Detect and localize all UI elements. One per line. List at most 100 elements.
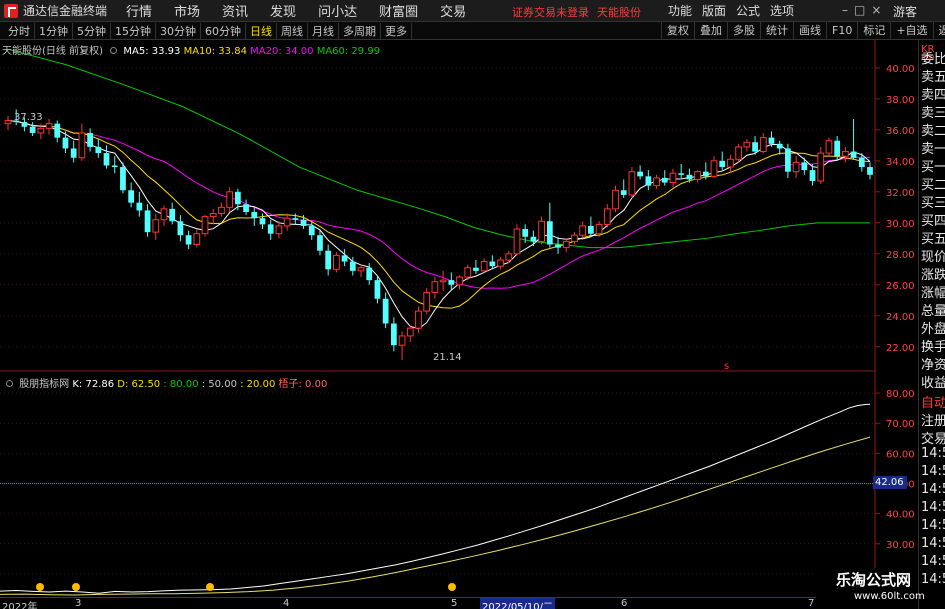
minimize-icon[interactable]: – — [842, 3, 848, 17]
tab-weekly[interactable]: 周线 — [277, 22, 308, 39]
quote-sell3: 卖三 — [921, 106, 945, 121]
candle-body — [555, 244, 561, 248]
menu-item-layout[interactable]: 版面 — [697, 2, 731, 19]
candle-body — [374, 280, 381, 299]
tab-1min[interactable]: 1分钟 — [35, 22, 73, 39]
candle-body — [169, 208, 176, 222]
x-tick-label: 2022年 — [2, 602, 38, 609]
candle-body — [78, 132, 86, 159]
candle-body — [333, 254, 340, 270]
candle-body — [4, 120, 12, 125]
candle-body — [776, 143, 783, 149]
add-watchlist-button[interactable]: +自选 — [890, 22, 932, 39]
candle-body — [317, 235, 323, 251]
restore-rights-button[interactable]: 复权 — [661, 22, 694, 39]
tab-30min[interactable]: 30分钟 — [156, 22, 201, 39]
candle-body — [177, 221, 184, 236]
back-button[interactable]: 返回 — [932, 22, 945, 39]
quote-net-assets: 净资 — [921, 358, 945, 373]
tab-monthly[interactable]: 月线 — [308, 22, 339, 39]
ma20-value: MA20: 34.00 — [250, 46, 314, 57]
candle-body — [382, 298, 389, 324]
candle-body — [54, 123, 61, 138]
tab-daily[interactable]: 日线 — [246, 22, 277, 39]
quote-weibi: 委比 — [921, 52, 945, 67]
candle-body — [448, 280, 455, 285]
candle-body — [456, 276, 463, 286]
overlay-button[interactable]: 叠加 — [694, 22, 727, 39]
candle-body — [850, 151, 857, 158]
high-price-label: 37.33 — [14, 112, 43, 123]
date-axis: 2022年 3 4 5 2022/05/10/二 6 7 — [0, 597, 918, 609]
f10-button[interactable]: F10 — [826, 22, 857, 39]
quote-side-panel: KR 500 委比 卖五 卖四 卖三 卖二 卖一 买一 买二 买三 买四 买五 … — [918, 40, 945, 609]
trade-tab[interactable]: 交易 — [921, 428, 945, 447]
x-tick-label: 5 — [451, 598, 458, 609]
trade-login-status-link[interactable]: 证券交易未登录 — [512, 4, 589, 20]
candle-body — [267, 224, 274, 234]
indicator-settings-icon[interactable] — [6, 380, 13, 387]
tab-5min[interactable]: 5分钟 — [73, 22, 111, 39]
menu-item-trade[interactable]: 交易 — [429, 1, 477, 20]
quote-sell1: 卖一 — [921, 142, 945, 157]
app-title: 通达信金融终端 — [23, 4, 108, 18]
price-tick-label: 32.00 — [886, 188, 915, 199]
candle-body — [136, 202, 143, 211]
guest-label[interactable]: 游客 — [893, 3, 917, 20]
candle-body — [37, 127, 45, 134]
close-icon[interactable]: × — [871, 3, 881, 17]
period-tabs: 分时 1分钟 5分钟 15分钟 30分钟 60分钟 日线 周线 月线 多周期 更… — [0, 22, 412, 39]
candle-body — [735, 146, 743, 160]
menu-item-discover[interactable]: 发现 — [259, 1, 307, 20]
candle-body — [628, 171, 636, 196]
candle-body — [562, 240, 570, 249]
price-tick-label: 38.00 — [886, 95, 915, 106]
menu-item-ask[interactable]: 问小达 — [307, 1, 368, 20]
window-controls: – □ × — [842, 3, 881, 17]
tab-intraday[interactable]: 分时 — [4, 22, 35, 39]
tab-60min[interactable]: 60分钟 — [201, 22, 246, 39]
candle-body — [406, 327, 414, 337]
tab-more[interactable]: 更多 — [381, 22, 412, 39]
menu-item-function[interactable]: 功能 — [663, 2, 697, 19]
candle-body — [595, 223, 603, 235]
menu-item-formula[interactable]: 公式 — [731, 2, 765, 19]
quote-sell2: 卖二 — [921, 124, 945, 139]
candle-body — [226, 191, 234, 208]
candle-body — [759, 137, 767, 153]
tick-time: 14:5 — [921, 446, 945, 461]
candle-body — [480, 261, 488, 272]
candle-body — [251, 211, 258, 219]
menu-item-options[interactable]: 选项 — [765, 2, 799, 19]
statistics-button[interactable]: 统计 — [760, 22, 793, 39]
candlestick-chart[interactable]: 40.00 38.00 36.00 34.00 32.00 30.00 28.00 26.00… — [0, 40, 918, 372]
quote-earnings: 收益 — [921, 376, 945, 391]
draw-line-button[interactable]: 画线 — [793, 22, 826, 39]
x-tick-label: 7 — [808, 598, 815, 609]
candle-body — [546, 221, 553, 245]
multi-stock-button[interactable]: 多股 — [727, 22, 760, 39]
candle-body — [505, 253, 513, 261]
candle-body — [45, 123, 53, 129]
menu-item-market[interactable]: 市场 — [163, 1, 211, 20]
maximize-icon[interactable]: □ — [854, 3, 865, 17]
auto-tab[interactable]: 自动 — [921, 392, 945, 411]
candle-body — [193, 233, 201, 246]
ind-tick-label: 70.00 — [886, 419, 915, 430]
mark-button[interactable]: 标记 — [857, 22, 890, 39]
indicator-chart[interactable]: 80.0070.0060.0050.0040.0030.0020.00 — [0, 372, 918, 597]
tab-15min[interactable]: 15分钟 — [111, 22, 156, 39]
stock-name-link[interactable]: 天能股份 — [597, 4, 641, 20]
menu-item-quotes[interactable]: 行情 — [115, 1, 163, 20]
candle-body — [349, 261, 356, 271]
tab-multi-period[interactable]: 多周期 — [339, 22, 381, 39]
menu-item-wealth[interactable]: 财富圈 — [368, 1, 429, 20]
quote-change: 涨跌 — [921, 268, 945, 283]
settings-dot-icon[interactable] — [110, 47, 118, 54]
menu-item-news[interactable]: 资讯 — [211, 1, 259, 20]
register-tab[interactable]: 注册 — [921, 410, 945, 429]
line-50-value: : 50.00 — [201, 379, 237, 390]
candle-body — [809, 170, 816, 181]
candle-body — [70, 148, 77, 158]
app-logo-icon — [4, 3, 18, 18]
